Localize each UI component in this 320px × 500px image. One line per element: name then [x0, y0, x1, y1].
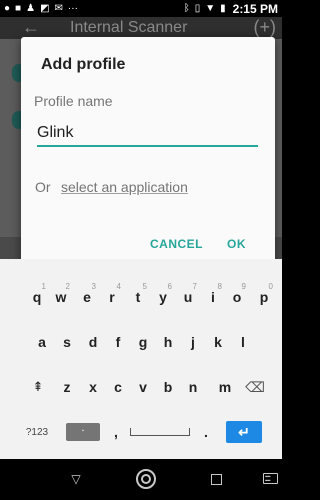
dialog-title: Add profile: [41, 56, 126, 73]
person-icon: ♟: [26, 2, 36, 14]
enter-key[interactable]: ↵: [224, 410, 264, 454]
or-text: Or: [35, 179, 51, 195]
bluetooth-icon: ᛒ: [183, 2, 190, 14]
key-g[interactable]: g: [129, 320, 157, 364]
key-v[interactable]: v: [129, 365, 157, 409]
symbols-key[interactable]: ?123: [14, 410, 60, 454]
key-t[interactable]: t5: [124, 275, 152, 319]
key-c[interactable]: c: [104, 365, 132, 409]
record-icon: ■: [15, 2, 22, 14]
key-h[interactable]: h: [154, 320, 182, 364]
status-bar: ● ■ ♟ ◩ ✉ ··· ᛒ ▯ ▼ ▮ 2:15 PM: [0, 0, 282, 17]
key-u[interactable]: u7: [174, 275, 202, 319]
language-key[interactable]: ᐩ: [63, 410, 103, 454]
key-l[interactable]: l: [229, 320, 257, 364]
nav-recents-icon[interactable]: [211, 474, 222, 485]
input-underline: [37, 145, 258, 147]
key-s[interactable]: s: [53, 320, 81, 364]
keyboard-row-1: q1 w2 e3 r4 t5 y6 u7 i8 o9 p0: [0, 275, 282, 319]
keyboard-row-2: a s d f g h j k l: [0, 320, 282, 364]
notification-dot-icon: ●: [4, 2, 11, 14]
app-a-icon: ◩: [40, 2, 50, 14]
wifi-icon: ▼: [205, 2, 216, 14]
profile-name-input[interactable]: [37, 120, 258, 145]
key-j[interactable]: j: [179, 320, 207, 364]
key-p[interactable]: p0: [250, 275, 278, 319]
key-o[interactable]: o9: [223, 275, 251, 319]
add-profile-dialog: Add profile Profile name Or select an ap…: [21, 37, 275, 266]
key-w[interactable]: w2: [47, 275, 75, 319]
vibrate-icon: ▯: [194, 2, 201, 14]
key-z[interactable]: z: [53, 365, 81, 409]
space-bar-icon: [130, 428, 190, 436]
backspace-icon[interactable]: ⌫: [240, 365, 270, 409]
keyboard-row-4: ?123 ᐩ , . ↵: [0, 410, 282, 454]
app-toolbar: ← Internal Scanner (+): [0, 17, 282, 39]
key-e[interactable]: e3: [73, 275, 101, 319]
comma-key[interactable]: ,: [106, 410, 126, 454]
status-time: 2:15 PM: [232, 1, 278, 16]
period-key[interactable]: .: [196, 410, 216, 454]
keyboard-switch-icon[interactable]: ▪▪▪▪ ▪▪▪▪: [263, 473, 278, 484]
battery-icon: ▮: [220, 2, 226, 14]
cancel-button[interactable]: CANCEL: [150, 237, 203, 251]
keyboard-row-3: ⇞ z x c v b n m ⌫: [0, 365, 282, 409]
gmail-icon: ✉: [54, 2, 63, 14]
space-key[interactable]: [128, 410, 192, 454]
app-title: Internal Scanner: [70, 19, 188, 36]
shift-icon[interactable]: ⇞: [23, 365, 53, 409]
nav-back-icon[interactable]: ▽: [68, 469, 84, 489]
add-icon[interactable]: (+): [254, 17, 277, 37]
key-x[interactable]: x: [79, 365, 107, 409]
back-arrow-icon[interactable]: ←: [22, 17, 40, 37]
key-f[interactable]: f: [104, 320, 132, 364]
key-y[interactable]: y6: [149, 275, 177, 319]
language-switch-icon: ᐩ: [66, 423, 100, 441]
key-m[interactable]: m: [211, 365, 239, 409]
key-n[interactable]: n: [179, 365, 207, 409]
key-a[interactable]: a: [28, 320, 56, 364]
profile-name-label: Profile name: [34, 93, 113, 109]
key-d[interactable]: d: [79, 320, 107, 364]
enter-icon: ↵: [226, 421, 262, 443]
navigation-bar: ▽ ▪▪▪▪ ▪▪▪▪: [0, 459, 282, 500]
select-application-link[interactable]: select an application: [61, 179, 188, 195]
nav-home-icon[interactable]: [136, 469, 156, 489]
key-k[interactable]: k: [204, 320, 232, 364]
key-b[interactable]: b: [154, 365, 182, 409]
more-dots-icon: ···: [67, 2, 78, 14]
soft-keyboard: q1 w2 e3 r4 t5 y6 u7 i8 o9 p0 a s d f g …: [0, 259, 282, 459]
key-r[interactable]: r4: [98, 275, 126, 319]
ok-button[interactable]: OK: [227, 237, 246, 251]
